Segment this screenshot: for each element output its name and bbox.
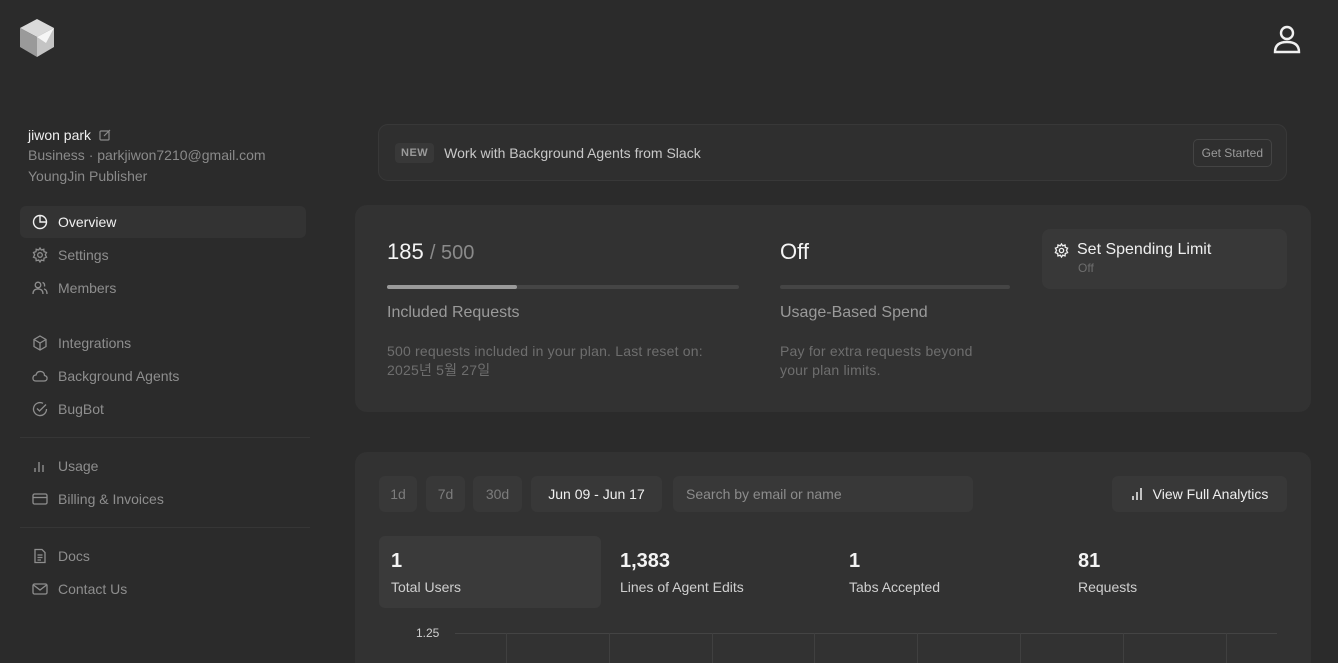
sidebar-item-label: Integrations — [58, 335, 132, 351]
requests-limit: / 500 — [429, 242, 475, 264]
chart-y-tick: 1.25 — [416, 626, 440, 640]
stat-agent-edits[interactable]: 1,383 Lines of Agent Edits — [608, 536, 830, 608]
chart-gridline — [609, 633, 610, 663]
sidebar-item-billing[interactable]: Billing & Invoices — [20, 483, 306, 515]
requests-progress-fill — [387, 285, 518, 289]
sidebar-item-label: Billing & Invoices — [58, 491, 164, 507]
sidebar-nav: Overview Settings Members Integrations B… — [20, 206, 310, 606]
cloud-icon — [32, 368, 48, 384]
requests-used: 185 — [387, 239, 424, 264]
requests-progress-bar — [387, 285, 739, 289]
sidebar-item-label: Overview — [58, 214, 117, 230]
view-full-analytics-label: View Full Analytics — [1152, 486, 1269, 502]
sidebar-item-label: BugBot — [58, 401, 104, 417]
credit-card-icon — [32, 491, 48, 507]
stat-value: 81 — [1078, 550, 1101, 572]
stat-value: 1 — [849, 550, 861, 572]
requests-description: 500 requests included in your plan. Last… — [387, 342, 747, 380]
range-1d-button[interactable]: 1d — [379, 476, 417, 512]
user-account-button[interactable] — [1268, 20, 1306, 58]
sidebar-item-background-agents[interactable]: Background Agents — [20, 360, 306, 392]
nav-divider — [20, 316, 310, 317]
sidebar-item-settings[interactable]: Settings — [20, 239, 306, 271]
mail-icon — [32, 581, 48, 597]
included-requests-metric: 185 / 500 — [387, 239, 474, 265]
set-spending-limit-button[interactable]: Set Spending Limit Off — [1042, 229, 1287, 289]
bar-chart-icon — [1131, 488, 1142, 500]
search-input[interactable] — [673, 476, 973, 512]
spend-desc-line: your plan limits. — [780, 362, 881, 378]
stat-label: Lines of Agent Edits — [620, 579, 744, 595]
nav-divider — [20, 437, 310, 438]
check-circle-icon — [32, 401, 48, 417]
stat-value: 1 — [391, 550, 403, 572]
requests-reset-date: 2025년 5월 27일 — [387, 362, 491, 378]
chart-gridline — [1123, 633, 1124, 663]
spend-desc-line: Pay for extra requests beyond — [780, 343, 973, 359]
sidebar-item-overview[interactable]: Overview — [20, 206, 306, 238]
document-icon — [32, 548, 48, 564]
new-badge: NEW — [395, 142, 435, 163]
cube-icon — [32, 335, 48, 351]
range-7d-button[interactable]: 7d — [426, 476, 465, 512]
bar-chart-icon — [32, 458, 48, 474]
usage-card: 185 / 500 Included Requests 500 requests… — [355, 205, 1311, 412]
sidebar-item-contact[interactable]: Contact Us — [20, 573, 306, 605]
requests-count: 185 / 500 — [387, 239, 474, 265]
sidebar-item-label: Background Agents — [58, 368, 180, 384]
profile-name: jiwon park — [28, 126, 92, 143]
range-30d-button[interactable]: 30d — [473, 476, 522, 512]
spend-progress-bar — [780, 285, 1010, 289]
users-icon — [32, 280, 48, 296]
stat-label: Total Users — [391, 579, 462, 595]
chart-gridline — [917, 633, 918, 663]
sidebar-item-label: Settings — [58, 247, 109, 263]
sidebar-item-label: Usage — [58, 458, 99, 474]
spend-title: Usage-Based Spend — [780, 304, 928, 321]
analytics-card: 1d 7d 30d Jun 09 - Jun 17 View Full Anal… — [355, 452, 1311, 663]
stat-total-users[interactable]: 1 Total Users — [379, 536, 601, 608]
pie-chart-icon — [32, 214, 48, 230]
chart-gridline — [814, 633, 815, 663]
get-started-button[interactable]: Get Started — [1192, 138, 1272, 167]
profile-org: YoungJin Publisher — [28, 168, 148, 184]
edit-icon[interactable] — [99, 129, 111, 141]
sidebar-item-label: Contact Us — [58, 581, 128, 597]
spending-limit-status: Off — [1078, 261, 1094, 275]
spending-limit-label: Set Spending Limit — [1077, 241, 1212, 258]
requests-title: Included Requests — [387, 304, 520, 321]
requests-desc-line: 500 requests included in your plan. Last… — [387, 343, 703, 359]
view-full-analytics-button[interactable]: View Full Analytics — [1112, 476, 1287, 512]
banner-text: Work with Background Agents from Slack — [444, 144, 701, 161]
profile-plan-email: Business · parkjiwon7210@gmail.com — [28, 147, 266, 163]
stat-tabs-accepted[interactable]: 1 Tabs Accepted — [837, 536, 1059, 608]
announcement-banner: NEW Work with Background Agents from Sla… — [378, 124, 1287, 181]
chart-gridline — [455, 633, 1277, 634]
sidebar-item-usage[interactable]: Usage — [20, 450, 306, 482]
date-range-picker[interactable]: Jun 09 - Jun 17 — [531, 476, 662, 512]
nav-divider — [20, 527, 310, 528]
sidebar-item-members[interactable]: Members — [20, 272, 306, 304]
sidebar-item-label: Docs — [58, 548, 90, 564]
chart-gridline — [1020, 633, 1021, 663]
user-icon — [1273, 25, 1301, 54]
stat-requests[interactable]: 81 Requests — [1066, 536, 1288, 608]
stat-value: 1,383 — [620, 550, 671, 572]
spend-description: Pay for extra requests beyond your plan … — [780, 342, 1020, 380]
sidebar-item-docs[interactable]: Docs — [20, 540, 306, 572]
gear-icon — [32, 247, 48, 263]
spend-status: Off — [780, 239, 809, 264]
chart-gridline — [506, 633, 507, 663]
stat-label: Tabs Accepted — [849, 579, 941, 595]
sidebar-item-label: Members — [58, 280, 117, 296]
profile-info: jiwon park Business · parkjiwon7210@gmai… — [28, 126, 318, 185]
app-logo — [18, 18, 56, 58]
sidebar-item-integrations[interactable]: Integrations — [20, 327, 306, 359]
chart-gridline — [1226, 633, 1227, 663]
gear-icon — [1054, 242, 1069, 258]
sidebar-item-bugbot[interactable]: BugBot — [20, 393, 306, 425]
chart-gridline — [712, 633, 713, 663]
stat-label: Requests — [1078, 579, 1138, 595]
